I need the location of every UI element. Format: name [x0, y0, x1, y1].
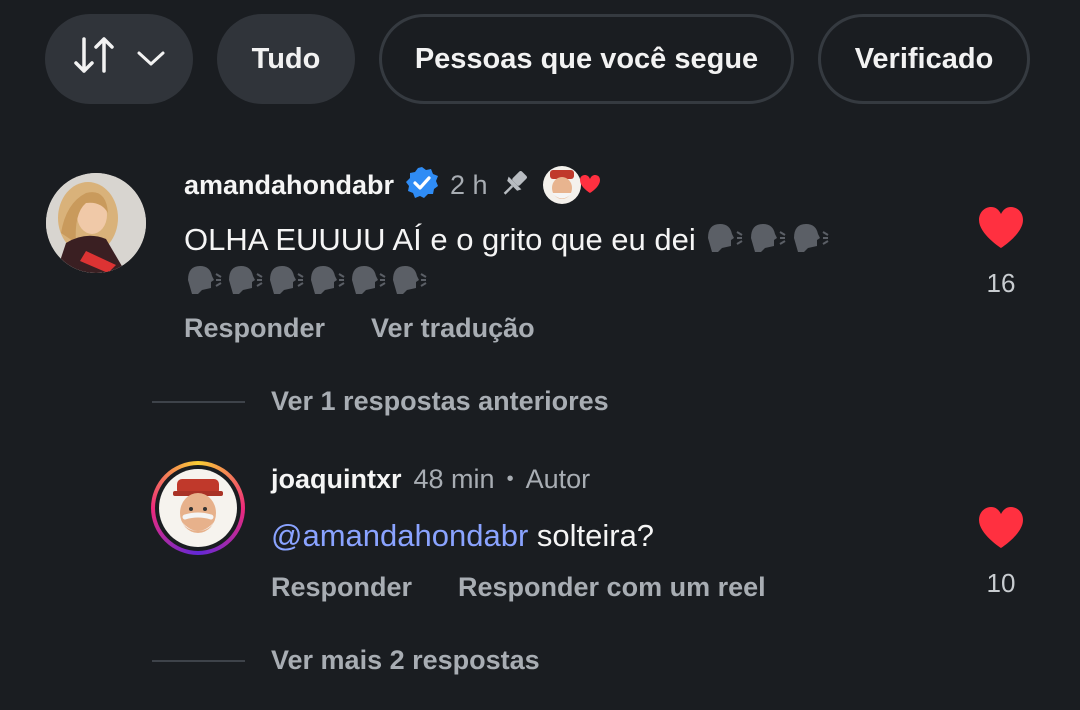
reply-avatar[interactable] [151, 461, 245, 555]
view-more-label: Ver mais 2 respostas [271, 645, 540, 675]
comment-username[interactable]: amandahondabr [184, 170, 394, 201]
pin-icon [498, 166, 532, 205]
chevron-down-icon [136, 43, 166, 76]
view-more-replies[interactable]: Ver mais 2 respostas [152, 645, 540, 676]
translate-button[interactable]: Ver tradução [371, 313, 535, 344]
screaming-head-emoji-icon [704, 218, 834, 266]
reply-like-heart-icon[interactable] [977, 506, 1025, 555]
reply-reply-button[interactable]: Responder [271, 572, 412, 603]
comment-actions: Responder Ver tradução [184, 313, 535, 344]
reply-text: solteira? [528, 518, 655, 553]
mention-link[interactable]: @amandahondabr [271, 518, 528, 553]
avatar[interactable] [46, 173, 146, 273]
author-liked-avatar-icon [542, 164, 602, 206]
verified-badge-icon [404, 165, 440, 206]
reply-like-count: 10 [986, 568, 1016, 598]
filter-bar: Tudo Pessoas que você segue Verificado [45, 14, 1030, 104]
comment-time: 2 h [450, 169, 488, 200]
screaming-head-emoji-row-icon [184, 260, 434, 301]
reply-with-reel-button[interactable]: Responder com um reel [458, 572, 766, 603]
filter-verified-button[interactable]: Verificado [818, 14, 1030, 104]
reply-header: joaquintxr 48 min • Autor [271, 464, 590, 495]
view-previous-replies[interactable]: Ver 1 respostas anteriores [152, 386, 609, 417]
comment-text: OLHA EUUUU AÍ e o grito que eu dei [184, 222, 696, 258]
like-heart-icon[interactable] [977, 206, 1025, 255]
filter-tudo-button[interactable]: Tudo [217, 14, 355, 104]
filter-following-button[interactable]: Pessoas que você segue [379, 14, 794, 104]
sort-arrows-icon [72, 35, 116, 83]
divider-line [152, 400, 245, 403]
reply-body: @amandahondabr solteira? [271, 514, 654, 558]
reply-time: 48 min [413, 464, 495, 494]
comment-header: amandahondabr 2 h [184, 164, 602, 206]
reply-button[interactable]: Responder [184, 313, 325, 344]
comment-body: OLHA EUUUU AÍ e o grito que eu dei [184, 218, 944, 266]
author-tag: Autor [525, 464, 591, 494]
sort-button[interactable] [45, 14, 193, 104]
view-previous-label: Ver 1 respostas anteriores [271, 386, 609, 416]
meta-separator: • [506, 468, 514, 490]
like-count: 16 [986, 268, 1016, 298]
divider-line [152, 659, 245, 662]
reply-username[interactable]: joaquintxr [271, 464, 402, 495]
reply-actions: Responder Responder com um reel [271, 572, 766, 603]
